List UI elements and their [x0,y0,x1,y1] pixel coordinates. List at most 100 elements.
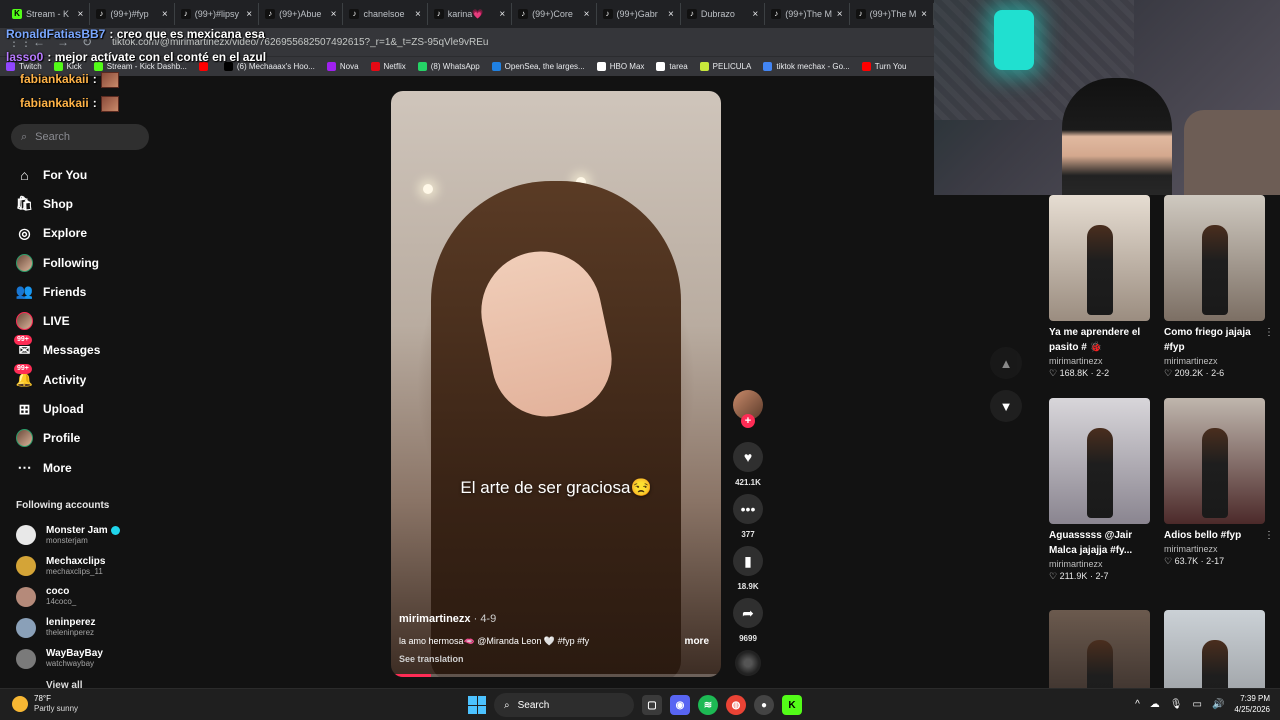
sidebar-item-explore[interactable]: ◎ Explore [16,219,100,248]
bookmark-item[interactable]: tarea [656,62,688,71]
close-icon[interactable]: × [499,9,505,20]
following-account[interactable]: WayBayBay watchwaybay [16,643,120,674]
close-icon[interactable]: × [78,9,84,20]
bookmark-item[interactable]: PELICULA [699,62,751,71]
sidebar-item-activity[interactable]: 🔔 99+ Activity [14,364,100,394]
following-account[interactable]: Monster Jam monsterjam [16,520,120,551]
recommended-video-card[interactable] [1164,610,1280,688]
recommended-video-card[interactable]: Como friego jajaja #fyp mirimartinezx ♡ 20… [1164,195,1280,379]
browser-tab[interactable]: ♪ (99+)The M × [765,3,850,25]
card-more-menu-icon[interactable]: ⋮ [1264,530,1274,541]
browser-tab[interactable]: ♪ (99+)Gabr × [597,3,681,25]
creator-avatar[interactable]: + [733,390,763,428]
video-player[interactable]: El arte de ser graciosa😒 mirimartinezx ·… [391,91,721,677]
see-translation-link[interactable]: See translation [399,654,464,664]
browser-tab[interactable]: ♪ (99+)Abue × [259,3,344,25]
chevron-down-icon[interactable]: ▼ [990,390,1022,422]
spotify-icon[interactable]: ≋ [698,695,718,715]
sidebar-item-profile[interactable]: Profile [16,424,100,453]
close-icon[interactable]: × [415,9,421,20]
comment-icon[interactable]: ••• [733,494,763,524]
card-title[interactable]: Aguasssss @Jair Malca jajajja #fy... [1049,528,1159,558]
bookmark-icon[interactable]: ▮ [733,546,763,576]
search-input[interactable]: ⌕ Search [11,124,149,150]
card-title[interactable]: Adios bello #fyp [1164,528,1274,543]
cloud-icon[interactable]: ☁ [1150,699,1160,710]
browser-tab[interactable]: ♪ (99+)#lipsy × [175,3,260,25]
close-icon[interactable]: × [584,9,590,20]
card-author[interactable]: mirimartinezx [1164,544,1280,554]
following-account[interactable]: coco 14coco_ [16,582,120,613]
chevron-up-icon[interactable]: ▲ [990,347,1022,379]
close-icon[interactable]: × [752,9,758,20]
video-thumbnail[interactable] [1049,195,1150,321]
taskbar-search[interactable]: ⌕ Search [494,693,634,717]
video-thumbnail[interactable] [1164,195,1265,321]
video-thumbnail[interactable] [1164,610,1265,688]
card-author[interactable]: mirimartinezx [1049,356,1165,366]
close-icon[interactable]: × [668,9,674,20]
bookmark-item[interactable]: tiktok mechax - Go... [763,62,850,71]
heart-icon[interactable]: ♥ [733,442,763,472]
sidebar-item-upload[interactable]: ⊞ Upload [16,394,100,423]
browser-tab[interactable]: ♪ chanelsoe × [343,3,428,25]
browser-tab[interactable]: ♪ (99+)#fyp × [90,3,175,25]
close-icon[interactable]: × [246,9,252,20]
card-more-menu-icon[interactable]: ⋮ [1264,327,1274,338]
recommended-video-card[interactable] [1049,610,1165,688]
bookmark-item[interactable]: Nova [326,62,359,71]
recommended-video-card[interactable]: Aguasssss @Jair Malca jajajja #fy... miri… [1049,398,1165,582]
browser-tab[interactable]: ♪ (99+)The M × [850,3,934,25]
sidebar-item-friends[interactable]: 👥 Friends [16,277,100,306]
close-icon[interactable]: × [331,9,337,20]
sidebar-item-more[interactable]: ⋯ More [16,453,100,482]
more-button[interactable]: more [685,636,709,647]
close-icon[interactable]: × [921,9,927,20]
windows-start-icon[interactable] [468,696,486,714]
sidebar-item-live[interactable]: LIVE [16,306,100,335]
video-author-name[interactable]: mirimartinezx [399,613,471,625]
card-title[interactable]: Ya me aprendere el pasito # 🐞 [1049,325,1159,355]
discord-icon[interactable]: ◉ [670,695,690,715]
kick-icon[interactable]: K [782,695,802,715]
browser-tab[interactable]: K Stream - K × [6,3,91,25]
following-account[interactable]: leninperez theleninperez [16,612,120,643]
bookmark-item[interactable]: Netflix [370,62,406,71]
clock[interactable]: 7:39 PM 4/25/2026 [1234,693,1270,715]
network-icon[interactable]: ▭ [1193,699,1202,710]
close-icon[interactable]: × [162,9,168,20]
sidebar-item-messages[interactable]: ✉ 99+ Messages [14,334,100,365]
video-thumbnail[interactable] [1049,398,1150,524]
card-author[interactable]: mirimartinezx [1164,356,1280,366]
recommended-video-card[interactable]: Ya me aprendere el pasito # 🐞 mirimartine… [1049,195,1165,379]
bookmark-item[interactable]: HBO Max [596,62,644,71]
browser-tab[interactable]: ♪ karina💗 × [428,3,513,25]
chevron-up-icon[interactable]: ^ [1135,699,1140,710]
card-author[interactable]: mirimartinezx [1049,559,1165,569]
microphone-icon[interactable]: 🎙 [1170,699,1183,710]
weather-widget[interactable]: 78°F Partly sunny [12,694,78,714]
sidebar-item-for-you[interactable]: ⌂ For You [16,160,100,189]
volume-icon[interactable]: 🔊 [1212,699,1224,710]
obs-icon[interactable]: ● [754,695,774,715]
video-thumbnail[interactable] [1049,610,1150,688]
video-progress-bar[interactable] [391,674,721,677]
sidebar-item-shop[interactable]: 🛍 Shop [16,189,100,218]
close-icon[interactable]: × [837,9,843,20]
sidebar-item-following[interactable]: Following [16,248,100,277]
browser-tab[interactable]: ♪ (99+)Core × [512,3,597,25]
bookmark-item[interactable]: OpenSea, the larges... [491,62,585,71]
follow-button[interactable]: + [741,414,755,428]
following-account[interactable]: Mechaxclips mechaxclips_11 [16,551,120,582]
bookmark-item[interactable]: (8) WhatsApp [417,62,480,71]
music-disc-icon[interactable] [735,650,761,676]
bookmark-item[interactable]: Turn You [861,62,906,71]
video-thumbnail[interactable] [1164,398,1265,524]
share-icon[interactable]: ➦ [733,598,763,628]
browser-tab[interactable]: ♪ Dubrazo × [681,3,766,25]
video-author[interactable]: mirimartinezx · 4-9 [399,613,496,625]
recommended-video-card[interactable]: Adios bello #fyp mirimartinezx ♡ 63.7K · 2… [1164,398,1280,567]
chrome-icon[interactable]: ◍ [726,695,746,715]
task-view-icon[interactable]: ▢ [642,695,662,715]
card-title[interactable]: Como friego jajaja #fyp [1164,325,1274,355]
